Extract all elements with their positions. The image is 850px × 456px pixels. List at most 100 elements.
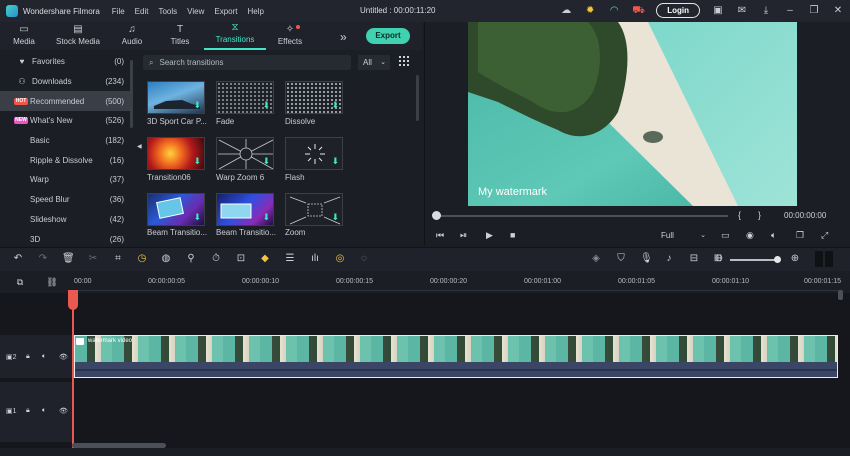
play-icon[interactable]: ▶ [486, 230, 493, 241]
save-icon[interactable]: ▣ [712, 5, 724, 17]
transition-thumb-transition06[interactable]: ⬇ [147, 137, 205, 170]
mark-out-button[interactable]: } [758, 210, 761, 220]
transitions-scrollbar[interactable] [416, 75, 419, 121]
menu-help[interactable]: Help [247, 7, 263, 16]
tab-effects[interactable]: ✧ Effects [266, 22, 314, 50]
delete-icon[interactable]: 🗑︎ [62, 253, 75, 265]
menu-view[interactable]: View [187, 7, 204, 16]
render-icon[interactable]: ◈ [590, 253, 602, 265]
tab-media[interactable]: ▭ Media [0, 22, 48, 50]
filter-dropdown[interactable]: All ⌄ [358, 55, 390, 70]
grid-view-icon[interactable] [399, 56, 409, 66]
menu-export[interactable]: Export [214, 7, 237, 16]
sidebar-item-warp[interactable]: Warp (37) [0, 170, 132, 190]
keyframe-icon[interactable]: ◆ [259, 253, 271, 265]
panel-toggle-left[interactable] [815, 251, 823, 267]
undo-icon[interactable]: ↶ [12, 253, 24, 265]
download-icon[interactable]: ⬇ [262, 156, 270, 167]
video-clip[interactable] [74, 335, 838, 378]
step-back-icon[interactable]: ⏮ [436, 230, 444, 241]
zoom-in-icon[interactable]: ⊕ [789, 253, 801, 265]
sidebar-item-3d[interactable]: 3D (26) [0, 229, 132, 249]
playhead[interactable] [72, 290, 74, 450]
volume-icon[interactable]: 🔈︎ [771, 230, 776, 241]
tab-transitions[interactable]: ⧖ Transitions [204, 22, 266, 50]
preview-progress-knob[interactable] [432, 211, 441, 220]
adjust-icon[interactable]: ☰ [284, 253, 296, 265]
timeline-zoom-slider[interactable] [730, 259, 778, 261]
transition-thumb-warp-zoom[interactable]: ⬇ [216, 137, 274, 170]
tab-stock-media[interactable]: ▤ Stock Media [48, 22, 108, 50]
tab-audio[interactable]: ♫ Audio [108, 22, 156, 50]
lock-icon[interactable]: 🔒︎ [26, 407, 30, 415]
snapshot-icon[interactable]: ◉ [746, 230, 754, 241]
sidebar-scrollbar[interactable] [130, 60, 133, 128]
transition-thumb-fade[interactable]: ⬇ [216, 81, 274, 114]
stop-icon[interactable]: ■ [510, 230, 515, 240]
menu-file[interactable]: File [112, 7, 125, 16]
download-icon[interactable]: ⬇ [331, 156, 339, 167]
close-icon[interactable]: ✕ [832, 5, 844, 17]
fullscreen-icon[interactable]: ⤢ [821, 230, 828, 241]
sidebar-item-slideshow[interactable]: Slideshow (42) [0, 210, 132, 230]
preview-zoom-select[interactable]: Full ⌄ [657, 229, 709, 243]
panel-toggle-right[interactable] [825, 251, 833, 267]
zoom-minus-icon[interactable]: ⊖ [713, 253, 725, 265]
mute-icon[interactable]: 🔈︎ [42, 353, 46, 361]
eye-icon[interactable]: 👁︎ [59, 353, 68, 361]
crop-icon[interactable]: ⌗ [112, 253, 124, 265]
lock-icon[interactable]: 🔒︎ [26, 353, 30, 361]
restore-icon[interactable]: ❐ [808, 5, 820, 17]
speed-icon[interactable]: ◷ [136, 253, 148, 265]
auto-sync-icon[interactable]: ◌ [358, 253, 370, 265]
download-icon[interactable]: ⬇ [331, 100, 339, 111]
mail-icon[interactable]: ✉ [736, 5, 748, 17]
sidebar-item-downloads[interactable]: ⚇ Downloads (234) [0, 72, 132, 92]
split-screen-icon[interactable]: ⊟ [688, 253, 700, 265]
timeline-vertical-scrollbar[interactable] [838, 290, 843, 300]
download-icon[interactable]: ⬇ [262, 100, 270, 111]
transition-thumb-beam-2[interactable]: ⬇ [216, 193, 274, 226]
transition-thumb-beam-1[interactable]: ⬇ [147, 193, 205, 226]
download-icon[interactable]: ⬇ [331, 212, 339, 223]
playhead-handle[interactable] [68, 290, 78, 310]
motion-tracking-icon[interactable]: ◎ [334, 253, 346, 265]
headset-icon[interactable]: ◠ [608, 5, 620, 17]
timeline-zoom-knob[interactable] [774, 256, 781, 263]
shield-icon[interactable]: ⛉ [615, 253, 627, 265]
sidebar-item-favorites[interactable]: ♥ Favorites (0) [0, 52, 132, 72]
mark-in-button[interactable]: { [738, 210, 741, 220]
download-icon[interactable]: ⬇ [193, 156, 201, 167]
minimize-icon[interactable]: – [784, 5, 796, 17]
cut-icon[interactable]: ✂ [87, 253, 99, 265]
search-input[interactable] [159, 58, 330, 67]
download-icon[interactable]: ⬇ [193, 212, 201, 223]
download-icon[interactable]: ⬇ [262, 212, 270, 223]
login-button[interactable]: Login [656, 3, 700, 18]
download-icon[interactable]: ⬇ [193, 100, 201, 111]
sidebar-item-ripple-dissolve[interactable]: Ripple & Dissolve (16) [0, 150, 132, 170]
frame-step-icon[interactable]: ⏯ [460, 230, 467, 241]
transition-thumb-flash[interactable]: ⬇ [285, 137, 343, 170]
microphone-icon[interactable]: 🎙︎ [640, 253, 653, 265]
watermark-text[interactable]: My watermark [478, 186, 547, 198]
preview-video[interactable] [468, 22, 797, 206]
link-icon[interactable]: ⛓ [46, 276, 58, 288]
voiceover-icon[interactable]: ♪ [663, 253, 675, 265]
more-tabs-icon[interactable]: » [340, 30, 347, 44]
cart-icon[interactable]: ⛟ [632, 5, 645, 17]
sidebar-item-whats-new[interactable]: NEW What's New (526) [0, 111, 132, 131]
mute-icon[interactable]: 🔈︎ [42, 407, 46, 415]
lightbulb-icon[interactable]: ✹ [584, 5, 596, 17]
stabilize-icon[interactable]: ⚲ [185, 253, 197, 265]
tab-titles[interactable]: T Titles [156, 22, 204, 50]
audio-waveform-icon[interactable]: ılı [309, 253, 321, 265]
redo-icon[interactable]: ↷ [37, 253, 49, 265]
zoom-fit-icon[interactable]: ⊡ [235, 253, 247, 265]
transition-thumb-dissolve[interactable]: ⬇ [285, 81, 343, 114]
sidebar-item-recommended[interactable]: HOT Recommended (500) [0, 91, 132, 112]
preview-progress-track[interactable] [436, 215, 728, 217]
menu-edit[interactable]: Edit [135, 7, 149, 16]
cloud-icon[interactable]: ☁ [560, 5, 572, 17]
transition-thumb-3d-sport-car[interactable]: ⬇ [147, 81, 205, 114]
